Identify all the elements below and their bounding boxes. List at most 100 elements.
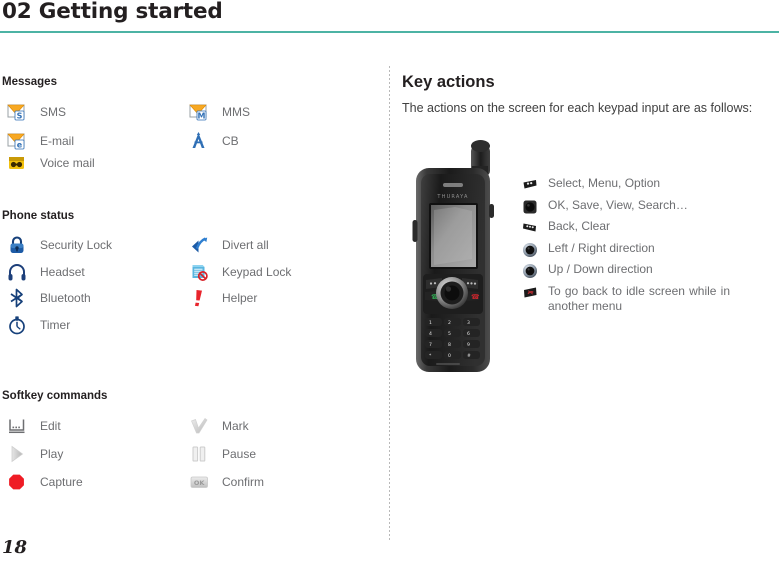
svg-text:0: 0	[448, 353, 451, 359]
svg-text:5: 5	[448, 331, 451, 337]
end-call-key-icon	[522, 285, 538, 301]
email-envelope-icon: e	[6, 130, 28, 152]
legend-label: Edit	[40, 419, 61, 433]
legend-item-play: Play	[6, 442, 63, 466]
legend-item-bluetooth: Bluetooth	[6, 286, 91, 310]
key-action-list: Select, Menu, Option OK, Save, View, Sea…	[522, 176, 772, 319]
key-action-row-ok: OK, Save, View, Search…	[522, 198, 772, 215]
legend-label: Divert all	[222, 238, 269, 252]
legend-item-mark: Mark	[188, 414, 249, 438]
key-action-label: Up / Down direction	[548, 262, 653, 276]
key-action-row-end-call: To go back to idle screen while in anoth…	[522, 284, 772, 315]
legend-label: Pause	[222, 447, 257, 461]
legend-item-mms: M MMS	[188, 100, 250, 124]
divert-arrow-icon	[188, 234, 210, 256]
legend-item-security-lock: Security Lock	[6, 233, 112, 257]
legend-label: Mark	[222, 419, 249, 433]
svg-text:OK: OK	[194, 479, 206, 487]
key-action-row-up-down: Up / Down direction	[522, 262, 772, 279]
legend-item-headset: Headset	[6, 260, 85, 284]
svg-text:2: 2	[448, 320, 451, 326]
svg-text:8: 8	[448, 342, 451, 348]
key-action-label: Left / Right direction	[548, 240, 655, 255]
legend-item-confirm: OK Confirm	[188, 470, 264, 494]
right-column: Key actions The actions on the screen fo…	[402, 0, 779, 565]
legend-label: SMS	[40, 105, 67, 119]
play-icon	[6, 443, 28, 465]
cb-broadcast-icon	[188, 130, 210, 152]
legend-item-voice-mail: Voice mail	[6, 151, 95, 175]
edit-icon	[6, 415, 28, 437]
legend-item-cb: CB	[188, 129, 239, 153]
legend-item-email: e E-mail	[6, 129, 74, 153]
legend-label: CB	[222, 134, 239, 148]
helper-exclamation-icon	[188, 287, 210, 309]
legend-item-edit: Edit	[6, 414, 61, 438]
section-heading-phone-status: Phone status	[2, 210, 75, 222]
key-action-label: To go back to idle screen while in anoth…	[548, 283, 730, 314]
pause-icon	[188, 443, 210, 465]
section-heading-messages: Messages	[2, 76, 57, 88]
right-softkey-icon	[522, 220, 538, 236]
legend-label: Voice mail	[40, 156, 95, 170]
left-softkey-icon	[522, 177, 538, 193]
key-action-row-back: Back, Clear	[522, 219, 772, 236]
mark-check-icon	[188, 415, 210, 437]
padlock-icon	[6, 234, 28, 256]
sms-envelope-icon: S	[6, 101, 28, 123]
legend-label: Headset	[40, 265, 85, 279]
legend-item-capture: Capture	[6, 470, 83, 494]
legend-label: Confirm	[222, 475, 265, 489]
legend-item-pause: Pause	[188, 442, 256, 466]
key-actions-intro: The actions on the screen for each keypa…	[402, 101, 753, 115]
left-column: Messages S SMS e E-mail Voice mail M MMS…	[0, 0, 389, 565]
svg-text:1: 1	[429, 320, 432, 326]
bluetooth-icon	[6, 287, 28, 309]
legend-label: Security Lock	[40, 238, 113, 252]
legend-item-timer: Timer	[6, 313, 70, 337]
nav-left-right-key-icon	[522, 242, 538, 258]
voice-mail-icon	[6, 152, 28, 174]
svg-text:6: 6	[467, 331, 470, 337]
thuraya-satellite-phone-image: THURAYA ☎ ☎ 1 2 3 4 5 6 7 8 9 * 0 #	[410, 128, 506, 382]
legend-label: Helper	[222, 291, 258, 305]
key-action-row-left-right: Left / Right direction	[522, 241, 772, 258]
confirm-ok-icon: OK	[188, 471, 210, 493]
page-number: 18	[2, 537, 28, 558]
headset-icon	[6, 261, 28, 283]
svg-text:#: #	[467, 353, 471, 359]
capture-record-icon	[6, 471, 28, 493]
legend-label: E-mail	[40, 134, 75, 148]
legend-item-helper: Helper	[188, 286, 257, 310]
legend-label: Capture	[40, 475, 83, 489]
stopwatch-timer-icon	[6, 314, 28, 336]
legend-label: Play	[40, 447, 64, 461]
key-action-label: Back, Clear	[548, 219, 611, 233]
svg-text:4: 4	[429, 331, 432, 337]
mms-envelope-icon: M	[188, 101, 210, 123]
svg-text:9: 9	[467, 342, 470, 348]
key-action-label: OK, Save, View, Search…	[548, 197, 688, 212]
legend-item-keypad-lock: Keypad Lock	[188, 260, 291, 284]
svg-text:7: 7	[429, 342, 432, 348]
legend-item-sms: S SMS	[6, 100, 66, 124]
svg-text:S: S	[17, 112, 23, 121]
legend-item-divert-all: Divert all	[188, 233, 269, 257]
legend-label: Bluetooth	[40, 291, 91, 305]
legend-label: Timer	[40, 318, 71, 332]
keypad-lock-icon	[188, 261, 210, 283]
section-heading-softkey-commands: Softkey commands	[2, 390, 108, 402]
key-action-row-select: Select, Menu, Option	[522, 176, 772, 193]
svg-text:e: e	[17, 141, 23, 150]
center-ok-key-icon	[522, 199, 538, 215]
svg-text:3: 3	[467, 320, 470, 326]
nav-up-down-key-icon	[522, 263, 538, 279]
legend-label: Keypad Lock	[222, 265, 292, 279]
key-actions-title: Key actions	[402, 73, 495, 91]
legend-label: MMS	[222, 105, 250, 119]
column-divider	[389, 66, 390, 540]
svg-text:☎: ☎	[471, 293, 480, 301]
svg-text:THURAYA: THURAYA	[436, 194, 468, 200]
svg-text:M: M	[198, 112, 206, 121]
key-action-label: Select, Menu, Option	[548, 176, 661, 190]
